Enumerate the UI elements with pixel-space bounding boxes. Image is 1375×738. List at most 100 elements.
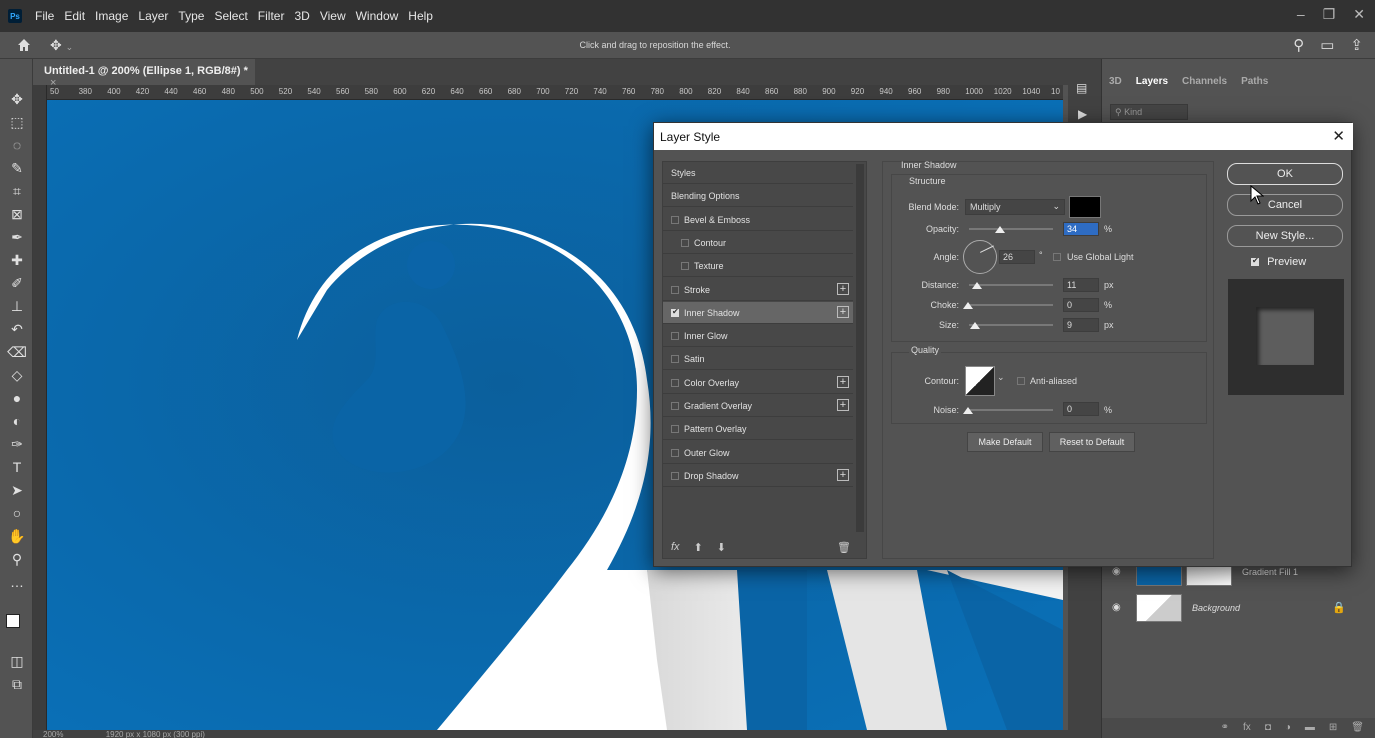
hand-tool-icon[interactable]: ✋ [7, 526, 27, 546]
add-effect-icon[interactable]: + [837, 399, 849, 411]
style-checkbox[interactable] [671, 215, 679, 224]
path-select-icon[interactable]: ➤ [7, 480, 27, 500]
mask-icon[interactable]: ◘ [1265, 722, 1271, 738]
close-window-icon[interactable]: ✕ [1353, 6, 1365, 23]
ok-button[interactable]: OK [1227, 163, 1343, 185]
frame-tool-icon[interactable]: ⊠ [7, 204, 27, 224]
noise-field[interactable]: 0 [1063, 402, 1099, 416]
style-item-stroke[interactable]: Stroke + [663, 279, 853, 301]
shadow-color-swatch[interactable] [1069, 196, 1101, 218]
menu-view[interactable]: View [315, 9, 351, 23]
play-icon[interactable]: ▶ [1078, 107, 1087, 121]
style-checkbox[interactable] [681, 238, 689, 247]
screen-mode-icon[interactable]: ⧉ [7, 674, 27, 694]
opacity-field[interactable]: 34 [1063, 222, 1099, 236]
blur-tool-icon[interactable]: ● [7, 388, 27, 408]
menu-layer[interactable]: Layer [133, 9, 173, 23]
new-style-button[interactable]: New Style... [1227, 225, 1343, 247]
dodge-tool-icon[interactable]: ◐ [7, 411, 27, 431]
eye-icon[interactable]: ◉ [1112, 566, 1126, 577]
move-up-icon[interactable]: ⬆ [694, 541, 703, 554]
style-checkbox[interactable] [671, 425, 679, 434]
styles-scrollbar[interactable] [856, 164, 864, 532]
foreground-color-swatch[interactable] [6, 614, 20, 628]
style-item-pattern-overlay[interactable]: Pattern Overlay [663, 418, 853, 441]
marquee-tool-icon[interactable]: ⬚ [7, 112, 27, 132]
size-slider-knob[interactable] [970, 322, 980, 329]
style-checkbox[interactable] [681, 262, 689, 271]
close-icon[interactable]: ✕ [1332, 127, 1345, 145]
menu-select[interactable]: Select [209, 9, 252, 23]
quick-select-tool-icon[interactable]: ✎ [7, 158, 27, 178]
style-item-gradient-overlay[interactable]: Gradient Overlay + [663, 395, 853, 417]
size-field[interactable]: 9 [1063, 318, 1099, 332]
add-effect-icon[interactable]: + [837, 305, 849, 318]
angle-dial[interactable] [963, 240, 997, 274]
move-tool-icon[interactable]: ✥ [7, 89, 27, 109]
document-tab[interactable]: Untitled-1 @ 200% (Ellipse 1, RGB/8#) * … [33, 59, 255, 89]
new-layer-icon[interactable]: ⊞ [1329, 722, 1337, 738]
move-down-icon[interactable]: ⬇ [717, 541, 726, 554]
style-checkbox[interactable] [671, 332, 679, 341]
angle-field[interactable]: 26 [999, 250, 1035, 264]
tab-layers[interactable]: Layers [1129, 72, 1175, 91]
zoom-level[interactable]: 200% [43, 730, 63, 738]
reset-to-default-button[interactable]: Reset to Default [1049, 432, 1135, 452]
lasso-tool-icon[interactable]: ◌ [7, 135, 27, 155]
workspace-icon[interactable]: ▭ [1320, 36, 1334, 54]
make-default-button[interactable]: Make Default [967, 432, 1043, 452]
style-checkbox[interactable] [671, 285, 679, 294]
menu-window[interactable]: Window [351, 9, 404, 23]
menu-filter[interactable]: Filter [253, 9, 290, 23]
add-effect-icon[interactable]: + [837, 375, 849, 388]
style-item-contour[interactable]: Contour [663, 232, 853, 254]
menu-help[interactable]: Help [403, 9, 438, 23]
eyedropper-tool-icon[interactable]: ✒ [7, 227, 27, 247]
pen-tool-icon[interactable]: ✑ [7, 434, 27, 454]
style-checkbox[interactable] [671, 402, 679, 410]
style-checkbox[interactable] [671, 378, 679, 387]
size-slider[interactable] [969, 324, 1053, 326]
tab-paths[interactable]: Paths [1234, 72, 1275, 91]
style-item-color-overlay[interactable]: Color Overlay + [663, 372, 853, 394]
style-checkbox[interactable] [671, 307, 679, 317]
ellipse-tool-icon[interactable]: ○ [7, 503, 27, 523]
paint-bucket-icon[interactable]: ◇ [7, 365, 27, 385]
noise-slider-knob[interactable] [963, 407, 973, 414]
eye-icon[interactable]: ◉ [1112, 602, 1126, 613]
style-checkbox[interactable] [671, 471, 679, 480]
preview-toggle[interactable]: Preview [1251, 256, 1306, 268]
share-icon[interactable]: ⇪ [1350, 36, 1363, 54]
search-icon[interactable]: ⚲ [1293, 36, 1304, 54]
style-checkbox[interactable] [671, 355, 679, 364]
style-item-satin[interactable]: Satin [663, 348, 853, 371]
opacity-slider[interactable] [969, 228, 1053, 230]
fx-icon[interactable]: fx [671, 541, 680, 554]
history-brush-icon[interactable]: ↶ [7, 319, 27, 339]
style-checkbox[interactable] [671, 448, 679, 457]
choke-slider-knob[interactable] [963, 302, 973, 309]
group-icon[interactable]: ▬ [1305, 722, 1315, 738]
history-panel-icon[interactable]: ▤ [1076, 81, 1087, 95]
restore-icon[interactable]: ❐ [1323, 6, 1336, 23]
zoom-tool-icon[interactable]: ⚲ [7, 549, 27, 569]
healing-brush-icon[interactable]: ✚ [7, 250, 27, 270]
trash-icon[interactable]: 🗑 [1351, 722, 1364, 738]
style-item-inner-glow[interactable]: Inner Glow [663, 325, 853, 348]
tab-channels[interactable]: Channels [1175, 72, 1234, 91]
menu-file[interactable]: File [30, 9, 59, 23]
style-item-inner-shadow[interactable]: Inner Shadow + [663, 301, 853, 324]
crop-tool-icon[interactable]: ⌗ [7, 181, 27, 201]
link-icon[interactable]: ⚭ [1221, 722, 1229, 738]
menu-3d[interactable]: 3D [289, 9, 314, 23]
use-global-light-checkbox[interactable] [1053, 253, 1061, 261]
preview-checkbox[interactable] [1251, 256, 1259, 266]
minimize-icon[interactable]: ‒ [1297, 6, 1305, 23]
cancel-button[interactable]: Cancel [1227, 194, 1343, 216]
adjustment-icon[interactable]: ◑ [1285, 722, 1291, 738]
menu-type[interactable]: Type [173, 9, 209, 23]
tab-3d[interactable]: 3D [1102, 72, 1129, 91]
quick-mask-icon[interactable]: ◫ [7, 651, 27, 671]
more-tools-icon[interactable]: … [7, 572, 27, 592]
fx-icon[interactable]: fx [1243, 722, 1251, 738]
